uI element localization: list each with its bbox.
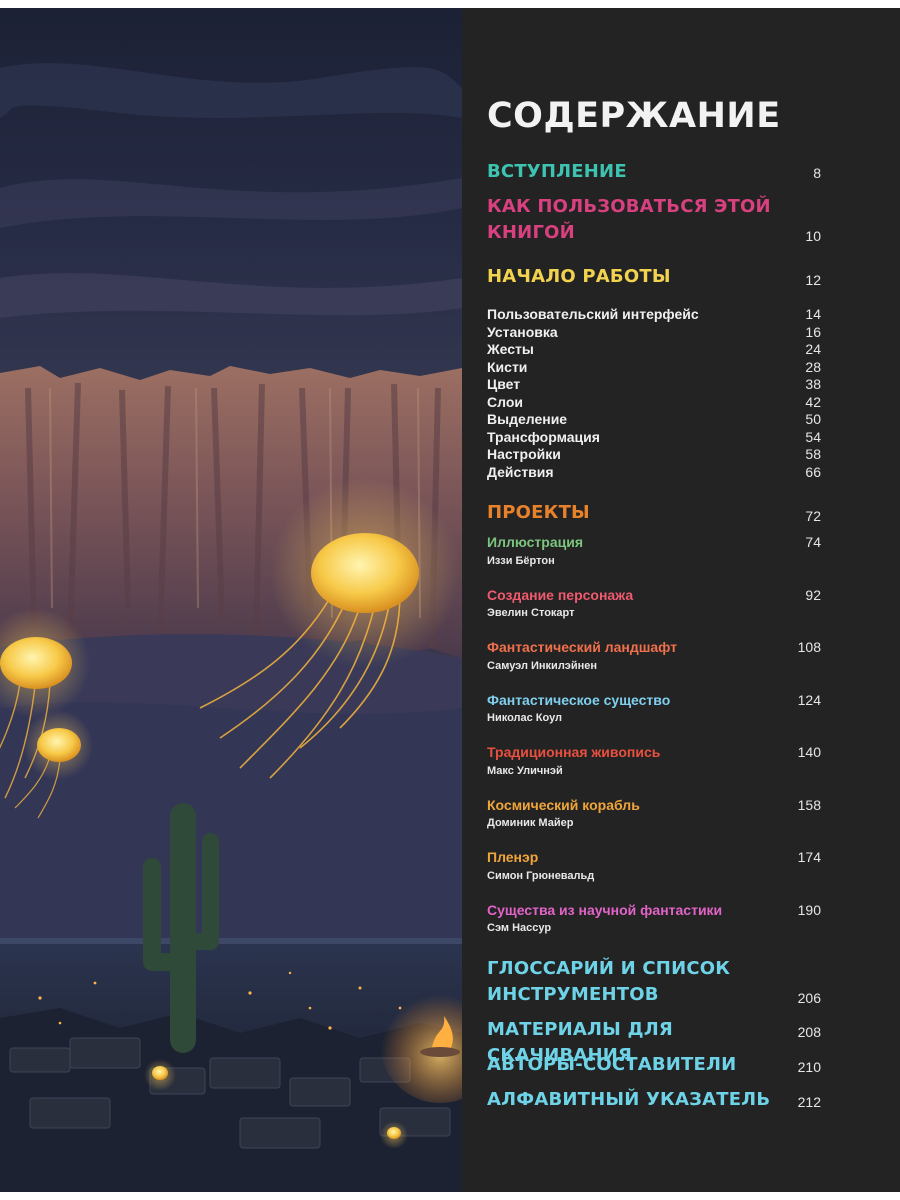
toc-page-number: 212 xyxy=(797,1094,821,1110)
toc-item[interactable]: Пользовательский интерфейс xyxy=(487,306,699,322)
toc-glossary[interactable]: ГЛОССАРИЙ И СПИСОК xyxy=(487,956,807,982)
toc-introduction[interactable]: ВСТУПЛЕНИЕ xyxy=(487,159,627,185)
toc-project-author: Николас Коул xyxy=(487,712,563,724)
toc-getting-started[interactable]: НАЧАЛО РАБОТЫ xyxy=(487,264,671,290)
toc-project-title[interactable]: Пленэр xyxy=(487,849,538,865)
contents-title: СОДЕРЖАНИЕ xyxy=(487,96,781,136)
toc-project-title[interactable]: Иллюстрация xyxy=(487,534,583,550)
toc-page-number: 72 xyxy=(805,508,821,524)
toc-project-author: Макс Уличнэй xyxy=(487,765,563,777)
toc-page-number: 66 xyxy=(805,464,821,480)
toc-project-title[interactable]: Фантастическое существо xyxy=(487,692,670,708)
toc-page-number: 38 xyxy=(805,376,821,392)
toc-page-number: 92 xyxy=(805,587,821,603)
toc-page-number: 14 xyxy=(805,306,821,322)
toc-page-number: 8 xyxy=(813,165,821,181)
toc-item[interactable]: Настройки xyxy=(487,446,561,462)
cover-illustration xyxy=(0,8,462,1192)
toc-page-number: 206 xyxy=(797,990,821,1006)
toc-item[interactable]: Трансформация xyxy=(487,429,600,445)
toc-how-to-use-line2[interactable]: КНИГОЙ xyxy=(487,220,575,246)
toc-page-number: 108 xyxy=(797,639,821,655)
toc-item[interactable]: Слои xyxy=(487,394,523,410)
toc-page-number: 28 xyxy=(805,359,821,375)
toc-page-number: 190 xyxy=(797,902,821,918)
toc-item[interactable]: Действия xyxy=(487,464,554,480)
toc-project-title[interactable]: Космический корабль xyxy=(487,797,640,813)
toc-page-number: 42 xyxy=(805,394,821,410)
toc-page-number: 208 xyxy=(797,1024,821,1040)
toc-project-author: Сэм Нассур xyxy=(487,922,552,934)
toc-page-number: 210 xyxy=(797,1059,821,1075)
toc-project-author: Доминик Майер xyxy=(487,817,574,829)
toc-page-number: 50 xyxy=(805,411,821,427)
toc-project-author: Иззи Бёртон xyxy=(487,555,555,567)
toc-page-number: 54 xyxy=(805,429,821,445)
toc-page-number: 16 xyxy=(805,324,821,340)
toc-how-to-use[interactable]: КАК ПОЛЬЗОВАТЬСЯ ЭТОЙ xyxy=(487,194,771,220)
toc-item[interactable]: Кисти xyxy=(487,359,527,375)
toc-page-number: 10 xyxy=(805,228,821,244)
toc-item[interactable]: Выделение xyxy=(487,411,567,427)
toc-index[interactable]: АЛФАВИТНЫЙ УКАЗАТЕЛЬ xyxy=(487,1087,807,1113)
toc-page-number: 74 xyxy=(805,534,821,550)
toc-project-title[interactable]: Фантастический ландшафт xyxy=(487,639,677,655)
desert-jellyfish-illustration xyxy=(0,63,462,1192)
toc-project-title[interactable]: Существа из научной фантастики xyxy=(487,902,722,918)
toc-page-number: 174 xyxy=(797,849,821,865)
toc-item[interactable]: Установка xyxy=(487,324,558,340)
toc-page-number: 12 xyxy=(805,272,821,288)
toc-project-author: Эвелин Стокарт xyxy=(487,607,575,619)
toc-project-author: Симон Грюневальд xyxy=(487,870,595,882)
toc-contributors[interactable]: АВТОРЫ-СОСТАВИТЕЛИ xyxy=(487,1052,807,1078)
toc-page-number: 158 xyxy=(797,797,821,813)
toc-project-title[interactable]: Создание персонажа xyxy=(487,587,633,603)
toc-project-title[interactable]: Традиционная живопись xyxy=(487,744,660,760)
toc-page-number: 124 xyxy=(797,692,821,708)
toc-page-number: 58 xyxy=(805,446,821,462)
toc-page-number: 24 xyxy=(805,341,821,357)
toc-glossary-line2[interactable]: ИНСТРУМЕНТОВ xyxy=(487,982,807,1008)
toc-page-number: 140 xyxy=(797,744,821,760)
toc-item[interactable]: Цвет xyxy=(487,376,520,392)
toc-project-author: Самуэл Инкилэйнен xyxy=(487,660,598,672)
toc-item[interactable]: Жесты xyxy=(487,341,534,357)
toc-projects[interactable]: ПРОЕКТЫ xyxy=(487,500,590,526)
